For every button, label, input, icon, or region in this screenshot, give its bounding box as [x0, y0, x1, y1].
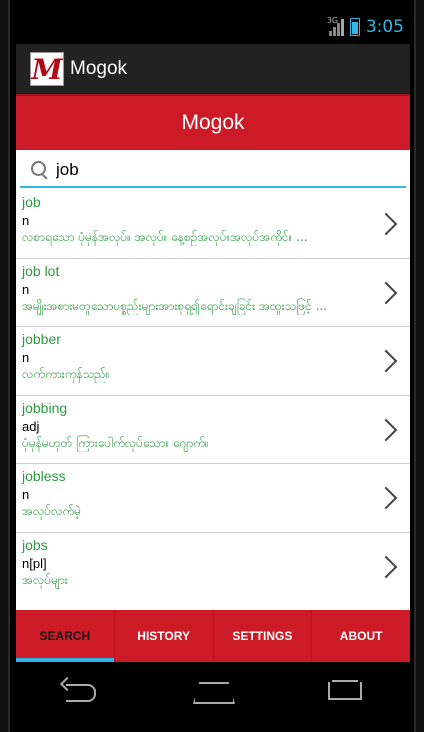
- chevron-right-icon[interactable]: [384, 487, 398, 509]
- search-icon: [28, 158, 52, 182]
- result-pos: n: [22, 213, 30, 228]
- result-row[interactable]: jobs n[pl] အလုပ်များ: [16, 533, 410, 602]
- result-row[interactable]: jobber n လက်ကားကုန်သည်။: [16, 327, 410, 396]
- chevron-right-icon[interactable]: [384, 419, 398, 441]
- result-definition: ပုံမှန်မဟုတ် ကြားပေါက်လုပ်သော။ ဂျောက်။: [22, 435, 209, 450]
- tab-label: ABOUT: [339, 629, 383, 643]
- result-pos: n: [22, 350, 30, 365]
- home-icon[interactable]: [191, 676, 235, 706]
- result-row[interactable]: jobbing adj ပုံမှန်မဟုတ် ကြားပေါက်လုပ်သေ…: [16, 396, 410, 464]
- result-definition: အလုပ်များ: [22, 572, 68, 587]
- result-word: jobs: [22, 536, 48, 553]
- tab-about[interactable]: ABOUT: [312, 610, 410, 662]
- system-nav-bar: [16, 662, 410, 720]
- back-icon[interactable]: [60, 676, 104, 706]
- battery-icon: [349, 18, 360, 36]
- result-definition: အမျိုးအစားမတူသောပစ္စည်းများအားစုရှ၍ရောင်…: [22, 298, 328, 313]
- app-title: Mogok: [70, 58, 128, 79]
- main-content: job n လစာရသော ပုံမှန်အလုပ်။ အလုပ်။ နေ့စဉ…: [16, 150, 410, 610]
- bottom-tab-bar: SEARCH HISTORY SETTINGS ABOUT: [16, 610, 410, 662]
- device-frame: 3G 3:05 M Mogok Mogok job n လစာရသော ပုံမ…: [0, 0, 424, 732]
- result-definition: အလုပ်လက်မဲ့: [22, 504, 81, 518]
- tab-settings[interactable]: SETTINGS: [214, 610, 313, 662]
- tab-history[interactable]: HISTORY: [115, 610, 214, 662]
- chevron-right-icon[interactable]: [384, 350, 398, 372]
- status-bar: 3G 3:05: [16, 14, 410, 44]
- result-pos: n[pl]: [22, 555, 47, 571]
- result-word: job lot: [22, 262, 60, 279]
- page-title: Mogok: [181, 111, 245, 134]
- app-logo-icon[interactable]: M: [30, 52, 64, 86]
- network-type: 3G: [326, 16, 339, 25]
- result-word: jobber: [22, 331, 61, 347]
- recent-apps-icon[interactable]: [322, 676, 366, 706]
- result-definition: လစာရသော ပုံမှန်အလုပ်။ အလုပ်။ နေ့စဉ်အလုပ်…: [22, 230, 308, 244]
- signal-icon: 3G: [326, 16, 344, 36]
- chevron-right-icon[interactable]: [384, 282, 398, 304]
- chevron-right-icon[interactable]: [384, 213, 398, 235]
- search-bar: [20, 154, 406, 188]
- result-row[interactable]: job n လစာရသော ပုံမှန်အလုပ်။ အလုပ်။ နေ့စဉ…: [16, 190, 410, 259]
- status-icons: 3G 3:05: [326, 16, 404, 37]
- action-bar: M Mogok: [16, 44, 410, 94]
- result-pos: n: [22, 281, 30, 297]
- result-word: job: [22, 194, 41, 210]
- page-header: Mogok: [16, 94, 410, 150]
- result-pos: n: [22, 487, 30, 502]
- result-definition: လက်ကားကုန်သည်။: [22, 367, 110, 381]
- tab-label: SEARCH: [39, 629, 91, 643]
- tab-search[interactable]: SEARCH: [16, 610, 115, 662]
- tab-label: HISTORY: [137, 629, 190, 643]
- search-input[interactable]: [56, 160, 386, 180]
- results-list: job n လစာရသော ပုံမှန်အလုပ်။ အလုပ်။ နေ့စဉ…: [16, 190, 410, 601]
- result-row[interactable]: job lot n အမျိုးအစားမတူသောပစ္စည်းများအား…: [16, 259, 410, 327]
- result-row[interactable]: jobless n အလုပ်လက်မဲ့: [16, 464, 410, 533]
- tab-label: SETTINGS: [232, 629, 293, 643]
- result-pos: adj: [22, 418, 40, 434]
- result-word: jobbing: [22, 399, 68, 416]
- chevron-right-icon[interactable]: [384, 556, 398, 578]
- result-word: jobless: [22, 468, 66, 484]
- status-time: 3:05: [365, 17, 404, 37]
